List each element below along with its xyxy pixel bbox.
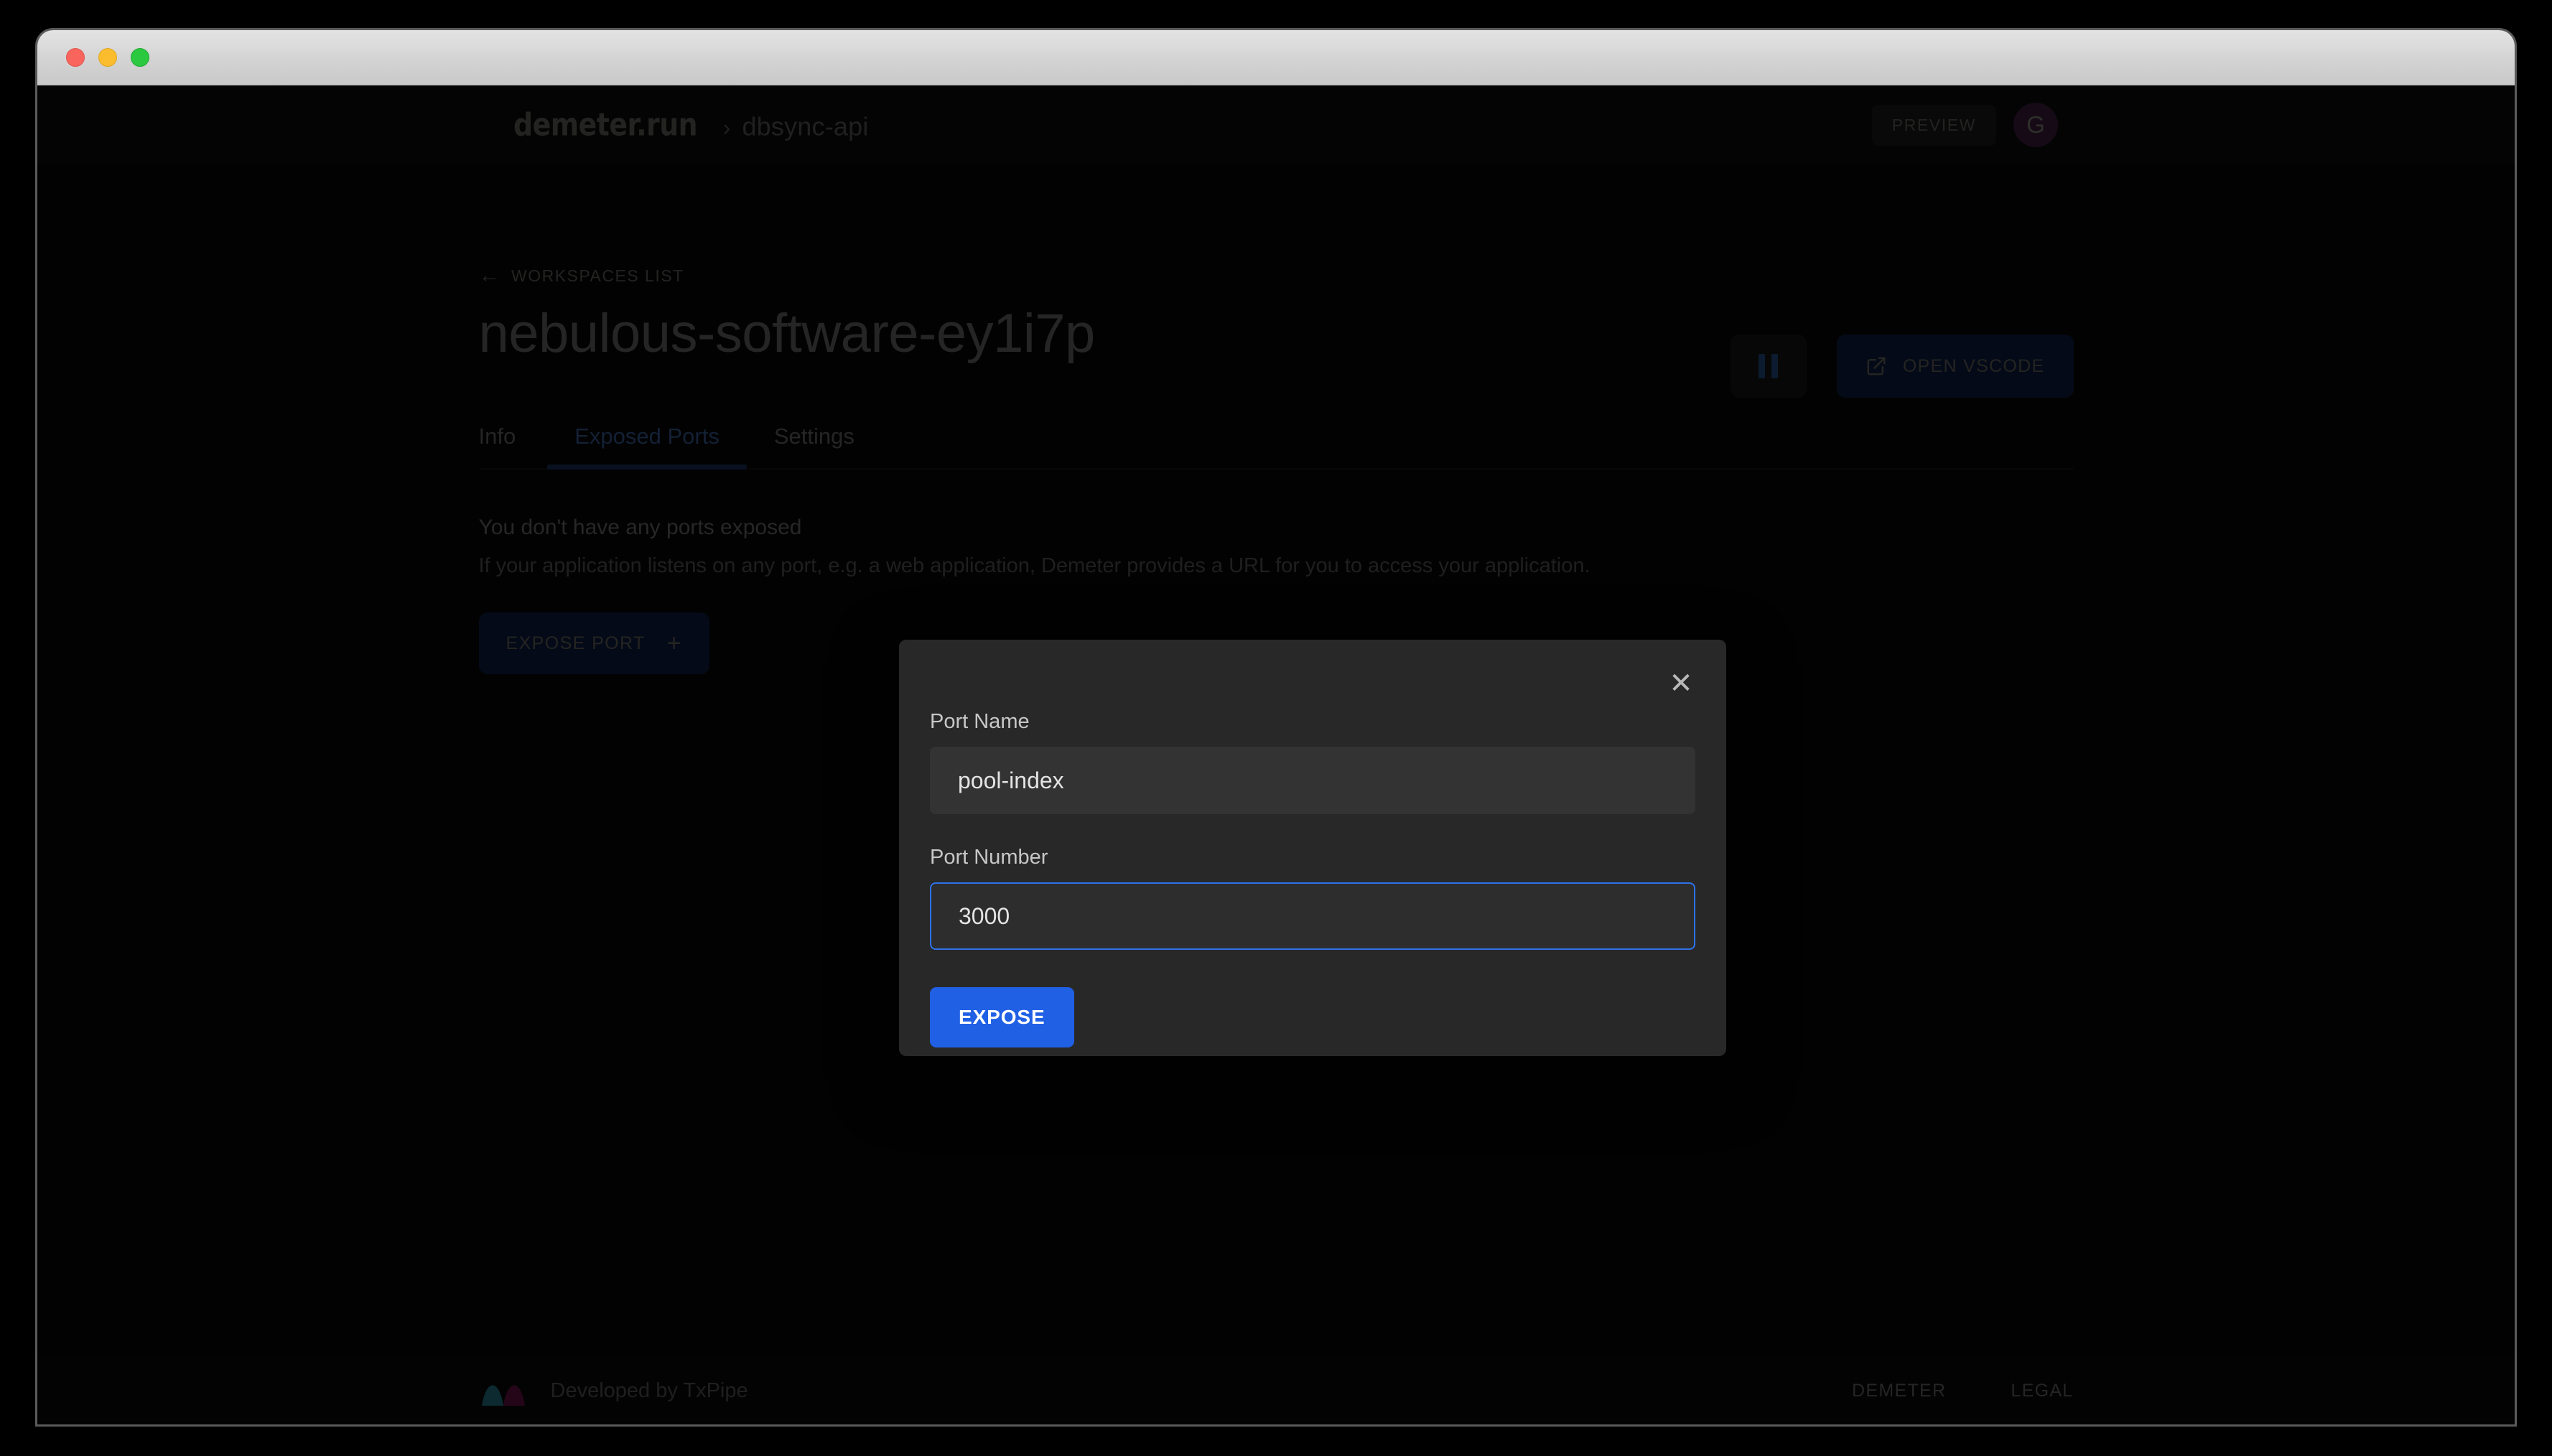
minimize-window-button[interactable]	[98, 48, 117, 67]
port-number-input[interactable]: 3000	[930, 882, 1695, 950]
port-name-input[interactable]: pool-index	[930, 747, 1695, 814]
modal-body: Port Name pool-index Port Number 3000 EX…	[899, 640, 1726, 1047]
page-viewport: demeter.run › dbsync-api PREVIEW G ← WOR…	[37, 85, 2515, 1424]
browser-window: demeter.run › dbsync-api PREVIEW G ← WOR…	[37, 30, 2515, 1424]
port-name-label: Port Name	[930, 710, 1030, 733]
port-name-field-group: Port Name pool-index	[930, 710, 1695, 814]
desktop-backdrop: demeter.run › dbsync-api PREVIEW G ← WOR…	[0, 0, 2552, 1456]
close-icon[interactable]: ✕	[1664, 667, 1698, 700]
expose-submit-button[interactable]: EXPOSE	[930, 987, 1074, 1047]
expose-port-modal: ✕ Port Name pool-index Port Number 3000 …	[899, 640, 1726, 1056]
zoom-window-button[interactable]	[131, 48, 149, 67]
port-number-label: Port Number	[930, 846, 1048, 869]
close-window-button[interactable]	[66, 48, 85, 67]
port-number-field-group: Port Number 3000	[930, 846, 1695, 950]
window-titlebar	[37, 30, 2515, 85]
traffic-lights	[66, 48, 149, 67]
